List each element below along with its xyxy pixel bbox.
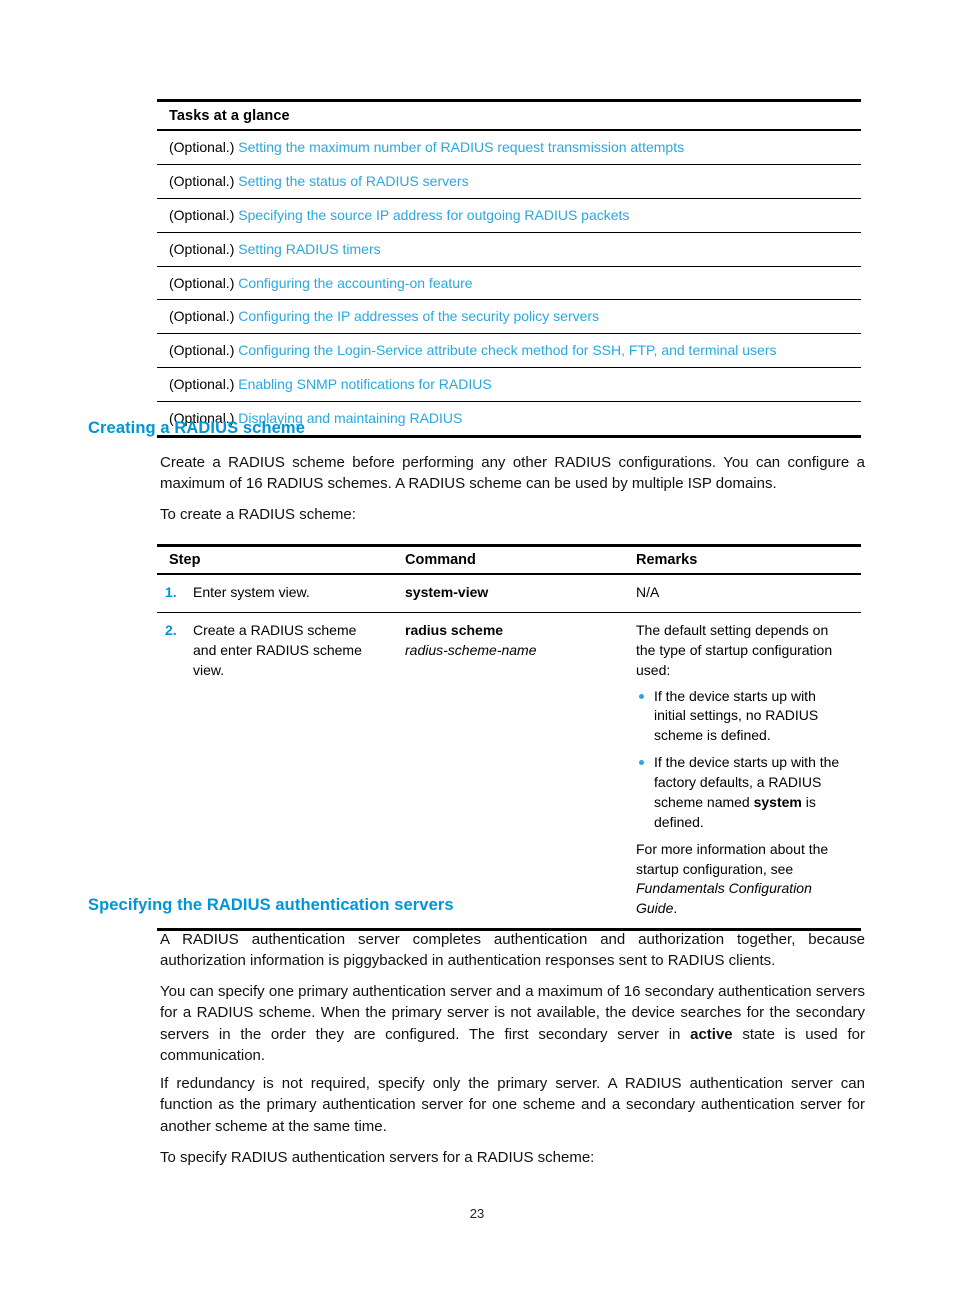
paragraph-to-create-scheme: To create a RADIUS scheme: [160, 506, 356, 523]
step-description: Create a RADIUS scheme and enter RADIUS … [193, 621, 362, 678]
task-link[interactable]: Setting the status of RADIUS servers [238, 173, 468, 189]
optional-label: (Optional.) [169, 342, 235, 359]
task-cell: (Optional.) Enabling SNMP notifications … [157, 367, 861, 403]
remarks-text: N/A [636, 584, 660, 600]
task-link[interactable]: Setting the maximum number of RADIUS req… [238, 139, 684, 155]
document-page: Tasks at a glance (Optional.) Setting th… [0, 0, 954, 1296]
table-row: (Optional.) Setting the maximum number o… [157, 130, 861, 165]
task-cell: (Optional.) Setting RADIUS timers [157, 232, 861, 267]
step-cell: 2. Create a RADIUS scheme and enter RADI… [157, 612, 393, 932]
step-cell: 1. Enter system view. [157, 574, 393, 613]
list-item: If the device starts up with initial set… [636, 687, 851, 747]
table-row: 1. Enter system view. system-view N/A [157, 574, 861, 613]
optional-label: (Optional.) [169, 139, 235, 155]
task-cell: (Optional.) Setting the maximum number o… [157, 130, 861, 165]
table-row: (Optional.) Setting RADIUS timers [157, 232, 861, 267]
task-cell: (Optional.) Specifying the source IP add… [157, 198, 861, 233]
task-link[interactable]: Configuring the accounting-on feature [238, 275, 472, 291]
remarks-intro-text: The default setting depends on the type … [636, 621, 833, 678]
table-header-row: Tasks at a glance [157, 99, 861, 131]
table-header-row: Step Command Remarks [157, 544, 861, 575]
radius-scheme-steps-table: Step Command Remarks 1. Enter system vie… [157, 544, 861, 932]
step-number: 2. [165, 621, 177, 638]
task-link[interactable]: Enabling SNMP notifications for RADIUS [238, 376, 491, 392]
remarks-bullet-list: If the device starts up with initial set… [636, 687, 851, 833]
remarks-tail-post: . [673, 900, 678, 917]
list-item: If the device starts up with the factory… [636, 753, 851, 833]
task-link[interactable]: Configuring the IP addresses of the secu… [238, 308, 599, 324]
task-cell: (Optional.) Configuring the Login-Servic… [157, 333, 861, 369]
column-header-step: Step [157, 544, 393, 575]
task-link[interactable]: Configuring the Login-Service attribute … [238, 342, 776, 358]
para-text-bold-active: active [690, 1025, 733, 1043]
paragraph-create-scheme-intro: Create a RADIUS scheme before performing… [160, 454, 865, 493]
page-number: 23 [469, 1206, 485, 1221]
task-cell: (Optional.) Setting the status of RADIUS… [157, 164, 861, 199]
remarks-tail-guide-title: Fundamentals Configuration Guide [636, 880, 812, 917]
table-row: (Optional.) Configuring the accounting-o… [157, 266, 861, 301]
section-heading-creating-radius-scheme: Creating a RADIUS scheme [88, 419, 305, 437]
command-cell: radius scheme radius-scheme-name [393, 612, 624, 932]
task-link[interactable]: Setting RADIUS timers [238, 241, 380, 257]
step-description: Enter system view. [193, 584, 310, 600]
optional-label: (Optional.) [169, 172, 235, 189]
task-cell: (Optional.) Configuring the accounting-o… [157, 266, 861, 301]
paragraph-auth-server-overview: A RADIUS authentication server completes… [160, 931, 865, 970]
bullet-text: If the device starts up with initial set… [654, 687, 819, 744]
bullet-text-bold: system [753, 793, 802, 810]
table-row: 2. Create a RADIUS scheme and enter RADI… [157, 612, 861, 932]
table-row: (Optional.) Enabling SNMP notifications … [157, 367, 861, 403]
task-cell: (Optional.) Configuring the IP addresses… [157, 299, 861, 335]
paragraph-primary-secondary-servers: You can specify one primary authenticati… [160, 981, 865, 1067]
remarks-cell: N/A [624, 574, 861, 613]
paragraph-redundancy: If redundancy is not required, specify o… [160, 1075, 865, 1135]
table-row: (Optional.) Configuring the IP addresses… [157, 299, 861, 335]
paragraph-to-specify-servers: To specify RADIUS authentication servers… [160, 1149, 595, 1166]
optional-label: (Optional.) [169, 206, 235, 223]
column-header-remarks: Remarks [624, 544, 861, 575]
remarks-tail-pre: For more information about the startup c… [636, 840, 829, 877]
command-keyword: system-view [405, 584, 489, 600]
remarks-tail-text: For more information about the startup c… [636, 840, 851, 920]
command-parameter: radius-scheme-name [405, 641, 537, 658]
table-row: (Optional.) Setting the status of RADIUS… [157, 164, 861, 199]
optional-label: (Optional.) [169, 240, 235, 257]
section-heading-specifying-radius-auth-servers: Specifying the RADIUS authentication ser… [88, 896, 454, 914]
optional-label: (Optional.) [169, 274, 235, 291]
optional-label: (Optional.) [169, 308, 235, 325]
step-number: 1. [165, 584, 177, 600]
command-cell: system-view [393, 574, 624, 613]
optional-label: (Optional.) [169, 376, 235, 393]
command-keyword: radius scheme [405, 621, 504, 638]
task-link[interactable]: Specifying the source IP address for out… [238, 207, 629, 223]
tasks-at-a-glance-table: Tasks at a glance (Optional.) Setting th… [157, 99, 861, 439]
remarks-cell: The default setting depends on the type … [624, 612, 861, 932]
table-row: (Optional.) Configuring the Login-Servic… [157, 333, 861, 369]
column-header-command: Command [393, 544, 624, 575]
table-row: (Optional.) Specifying the source IP add… [157, 198, 861, 233]
tasks-table-header: Tasks at a glance [157, 99, 861, 131]
